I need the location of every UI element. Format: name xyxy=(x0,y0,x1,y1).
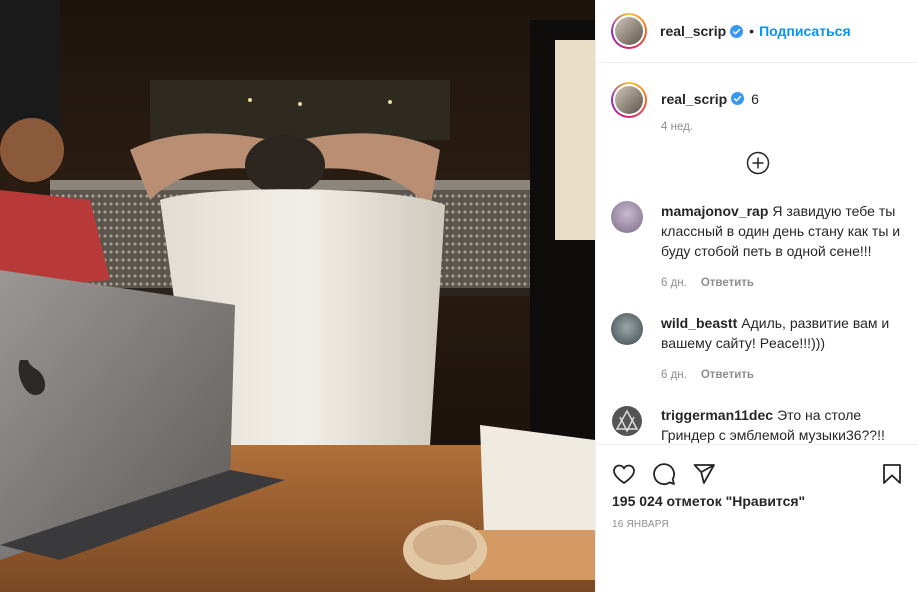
comment-item: triggerman11dec Это на столе Гриндер с эм… xyxy=(596,405,918,444)
comment-item: wild_beastt Адиль, развитие вам и вашему … xyxy=(596,313,918,385)
reply-button[interactable]: Ответить xyxy=(701,277,754,289)
heart-icon[interactable] xyxy=(612,462,636,486)
comment-item: mamajonov_rap Я завидую тебе ты классный … xyxy=(596,201,918,293)
studio-photo-illustration xyxy=(0,0,595,592)
commenter-avatar[interactable] xyxy=(611,313,643,345)
caption-time: 4 нед. xyxy=(661,121,693,133)
post-photo[interactable] xyxy=(0,0,595,592)
author-username[interactable]: real_scrip xyxy=(660,23,726,39)
bookmark-icon[interactable] xyxy=(880,462,904,486)
comments-section[interactable]: real_scrip 6 4 нед. mamajonov_rap Я завид… xyxy=(596,64,918,444)
comment-time: 6 дн. xyxy=(661,277,687,289)
separator-dot: • xyxy=(749,23,755,39)
caption-username[interactable]: real_scrip xyxy=(661,91,727,107)
caption-author-avatar[interactable] xyxy=(611,82,647,118)
caption-text: 6 xyxy=(751,91,759,107)
likes-count[interactable]: 195 024 отметок "Нравится" xyxy=(596,493,918,509)
caption: real_scrip 6 4 нед. xyxy=(596,64,918,133)
reply-button[interactable]: Ответить xyxy=(701,369,754,381)
comment-icon[interactable] xyxy=(652,462,676,486)
post-date[interactable]: 16 ЯНВАРЯ xyxy=(596,519,918,530)
follow-button[interactable]: Подписаться xyxy=(759,23,851,39)
commenter-username[interactable]: wild_beastt xyxy=(661,315,737,331)
action-bar xyxy=(596,445,918,493)
masonic-emblem-icon xyxy=(612,406,642,436)
load-more-comments[interactable] xyxy=(596,151,918,175)
post-header: real_scrip • Подписаться xyxy=(596,0,918,63)
commenter-username[interactable]: mamajonov_rap xyxy=(661,203,768,219)
verified-badge-icon xyxy=(730,24,744,38)
commenter-avatar[interactable] xyxy=(611,201,643,233)
commenter-username[interactable]: triggerman11dec xyxy=(661,407,773,423)
verified-badge-icon xyxy=(731,92,745,105)
comment-time: 6 дн. xyxy=(661,369,687,381)
post-footer: 195 024 отметок "Нравится" 16 ЯНВАРЯ xyxy=(596,444,918,592)
plus-circle-icon[interactable] xyxy=(746,151,770,175)
post-side-panel: real_scrip • Подписаться real_scrip 6 4 … xyxy=(595,0,918,592)
author-avatar[interactable] xyxy=(611,13,647,49)
commenter-avatar[interactable] xyxy=(611,405,643,437)
paper-plane-icon[interactable] xyxy=(692,462,716,486)
